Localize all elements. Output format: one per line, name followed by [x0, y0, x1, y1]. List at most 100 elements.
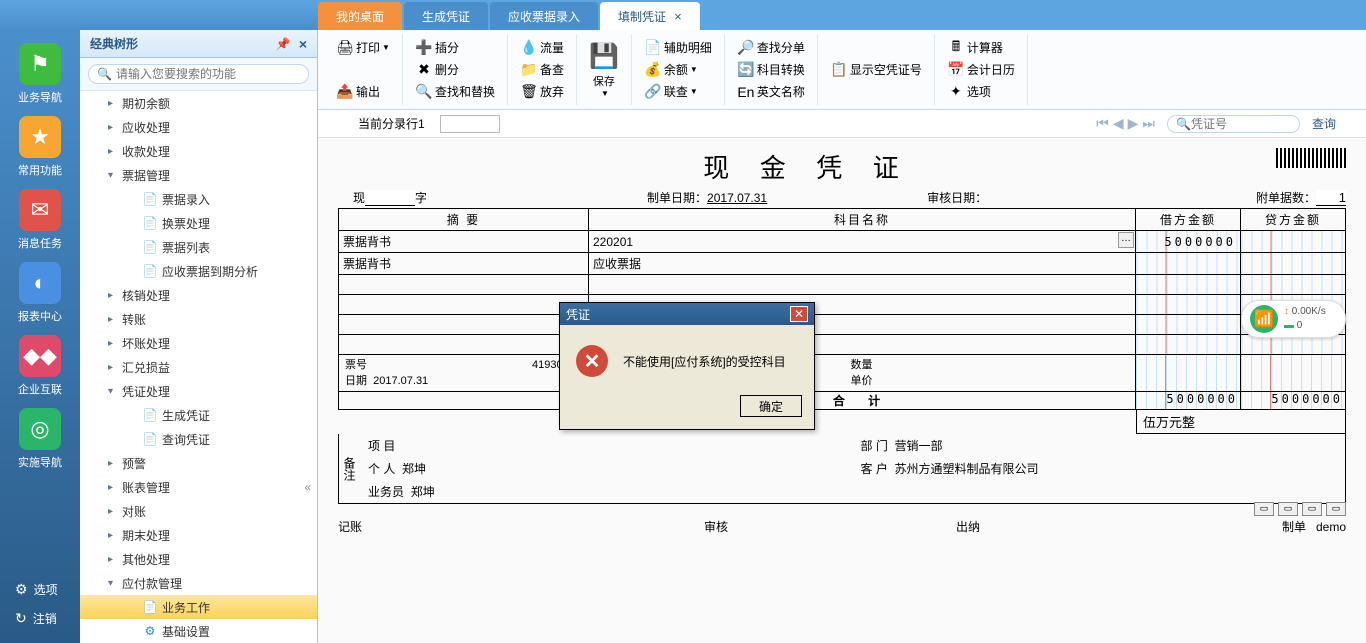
link-button[interactable]: 🔗联查▼ — [640, 81, 716, 103]
sidebar-enterprise[interactable]: ◆◆企业互联 — [10, 332, 70, 400]
mini-btn-3[interactable]: ▭ — [1302, 502, 1322, 516]
tab-close-icon[interactable]: × — [674, 9, 682, 24]
debit-cell[interactable] — [1136, 335, 1241, 355]
mini-btn-1[interactable]: ▭ — [1254, 502, 1274, 516]
sidebar-common[interactable]: ★常用功能 — [10, 113, 70, 181]
sidebar-biz-nav[interactable]: ⚑业务导航 — [10, 40, 70, 108]
voucher-type-input[interactable] — [365, 190, 415, 206]
aux-detail-button[interactable]: 📄辅助明细 — [640, 37, 716, 59]
sidebar-impl[interactable]: ◎实施导航 — [10, 405, 70, 473]
line-input[interactable] — [440, 115, 500, 133]
tree-item[interactable]: ▸其他处理 — [80, 547, 317, 571]
balance-button[interactable]: 💰余额▼ — [640, 59, 716, 81]
sidebar-logout[interactable]: ↻注销 — [0, 604, 80, 633]
credit-cell[interactable] — [1241, 231, 1346, 253]
dialog-title-bar[interactable]: 凭证 ✕ — [560, 303, 814, 325]
find-replace-button[interactable]: 🔍查找和替换 — [411, 81, 499, 103]
tree-item[interactable]: ▾票据管理 — [80, 163, 317, 187]
calculator-button[interactable]: 🖩计算器 — [943, 37, 1019, 59]
voucher-row[interactable] — [339, 275, 1346, 295]
tree-item[interactable]: ▸核销处理 — [80, 283, 317, 307]
sidebar-report[interactable]: ◐报表中心 — [10, 259, 70, 327]
voucher-date[interactable]: 2017.07.31 — [707, 191, 767, 205]
tab[interactable]: 生成凭证 — [404, 2, 488, 30]
pin-icon[interactable]: 📌 — [276, 37, 291, 51]
tab[interactable]: 应收票据录入 — [490, 2, 598, 30]
acct-calendar-button[interactable]: 📅会计日历 — [943, 59, 1019, 81]
voucher-row[interactable] — [339, 335, 1346, 355]
voucher-no-search[interactable]: 🔍 — [1167, 115, 1300, 133]
tree-search-input[interactable] — [116, 67, 300, 81]
show-empty-button[interactable]: 📋显示空凭证号 — [826, 59, 926, 81]
subject-cell[interactable] — [589, 275, 1136, 295]
close-icon[interactable]: × — [299, 36, 307, 52]
tree-item[interactable]: 📄生成凭证 — [80, 403, 317, 427]
debit-cell[interactable] — [1136, 253, 1241, 275]
tree-item[interactable]: ▸转账 — [80, 307, 317, 331]
tree-item[interactable]: ▸汇兑损益 — [80, 355, 317, 379]
tree-item[interactable]: 📄业务工作 — [80, 595, 317, 619]
summary-cell[interactable]: 票据背书 — [339, 253, 589, 275]
tree-item[interactable]: ▸坏账处理 — [80, 331, 317, 355]
subject-cell[interactable]: 220201… — [589, 231, 1136, 253]
sidebar-msg[interactable]: ✉消息任务 — [10, 186, 70, 254]
debit-cell[interactable] — [1136, 275, 1241, 295]
tree-item[interactable]: ▸收款处理 — [80, 139, 317, 163]
voucher-row[interactable] — [339, 295, 1346, 315]
mini-btn-4[interactable]: ▭ — [1326, 502, 1346, 516]
credit-cell[interactable] — [1241, 253, 1346, 275]
subject-cell[interactable]: 应收票据 — [589, 253, 1136, 275]
tab[interactable]: 填制凭证× — [600, 2, 700, 30]
save-button[interactable]: 💾保存▼ — [585, 40, 623, 100]
flow-button[interactable]: 💧流量 — [516, 37, 568, 59]
summary-cell[interactable] — [339, 315, 589, 335]
tree-search-box[interactable]: 🔍 — [88, 64, 309, 84]
voucher-no-input[interactable] — [1191, 117, 1291, 131]
dialog-close-button[interactable]: ✕ — [790, 306, 808, 322]
summary-cell[interactable] — [339, 295, 589, 315]
lookup-button[interactable]: … — [1118, 232, 1134, 248]
ribbon-option-button[interactable]: ✦选项 — [943, 81, 1019, 103]
discard-button[interactable]: 🗑放弃 — [516, 81, 568, 103]
credit-cell[interactable] — [1241, 275, 1346, 295]
sidebar-options[interactable]: ⚙选项 — [0, 575, 80, 604]
tree-item[interactable]: 📄票据列表 — [80, 235, 317, 259]
summary-cell[interactable]: 票据背书 — [339, 231, 589, 253]
insert-split-button[interactable]: ➕插分 — [411, 37, 499, 59]
debit-cell[interactable]: 5000000 — [1136, 231, 1241, 253]
voucher-row[interactable]: 票据背书220201…5000000 — [339, 231, 1346, 253]
tree-item[interactable]: ▸应收处理 — [80, 115, 317, 139]
tree-item[interactable]: ▸对账 — [80, 499, 317, 523]
tree-item[interactable]: ▾应付款管理 — [80, 571, 317, 595]
tree-item[interactable]: 📄查询凭证 — [80, 427, 317, 451]
dialog-ok-button[interactable]: 确定 — [740, 395, 802, 417]
prev-page-button[interactable]: ◀ — [1113, 115, 1124, 132]
summary-cell[interactable] — [339, 275, 589, 295]
last-page-button[interactable]: ⏭ — [1142, 115, 1155, 132]
voucher-row[interactable] — [339, 315, 1346, 335]
tree-item[interactable]: 📄票据录入 — [80, 187, 317, 211]
debit-cell[interactable] — [1136, 315, 1241, 335]
tree-item[interactable]: 📄换票处理 — [80, 211, 317, 235]
next-page-button[interactable]: ▶ — [1128, 115, 1139, 132]
tree-item[interactable]: ⚙基础设置 — [80, 619, 317, 643]
first-page-button[interactable]: ⏮ — [1096, 115, 1109, 132]
network-widget[interactable]: 📶 ↕ 0.00K/s ▬ 0 — [1241, 300, 1346, 338]
tab[interactable]: 我的桌面 — [318, 2, 402, 30]
collapse-icon[interactable]: « — [304, 480, 311, 494]
summary-cell[interactable] — [339, 335, 589, 355]
tree-item[interactable]: ▸期初余额 — [80, 91, 317, 115]
mini-btn-2[interactable]: ▭ — [1278, 502, 1298, 516]
tree-item[interactable]: ▸期末处理 — [80, 523, 317, 547]
tree-body[interactable]: ▸期初余额▸应收处理▸收款处理▾票据管理📄票据录入📄换票处理📄票据列表📄应收票据… — [80, 91, 317, 643]
find-split-button[interactable]: 🔎查找分单 — [733, 37, 809, 59]
delete-split-button[interactable]: ✖删分 — [411, 59, 499, 81]
tree-item[interactable]: ▾凭证处理 — [80, 379, 317, 403]
debit-cell[interactable] — [1136, 295, 1241, 315]
export-button[interactable]: 📤输出 — [332, 81, 394, 103]
eng-name-button[interactable]: En英文名称 — [733, 81, 809, 103]
print-button[interactable]: 🖨打印▼ — [332, 37, 394, 59]
voucher-row[interactable]: 票据背书应收票据 — [339, 253, 1346, 275]
tree-item[interactable]: ▸账表管理« — [80, 475, 317, 499]
subject-trans-button[interactable]: 🔄科目转换 — [733, 59, 809, 81]
